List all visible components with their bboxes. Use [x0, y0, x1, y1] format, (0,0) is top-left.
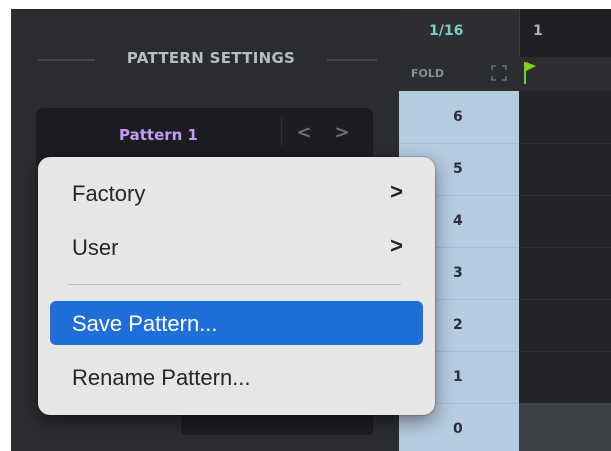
- title-divider-right: [327, 59, 377, 61]
- step-cell[interactable]: [519, 247, 611, 300]
- menu-item-user[interactable]: User >: [50, 225, 423, 269]
- flag-icon[interactable]: [523, 61, 537, 85]
- step-cell[interactable]: [519, 351, 611, 404]
- chevron-right-icon: >: [390, 179, 403, 204]
- step-cell[interactable]: [519, 91, 611, 144]
- expand-icon[interactable]: [490, 64, 508, 82]
- step-cell[interactable]: [519, 195, 611, 248]
- menu-item-label: User: [72, 235, 119, 260]
- key-label: 5: [453, 161, 463, 177]
- key-label: 4: [453, 213, 463, 229]
- panel-title: PATTERN SETTINGS: [126, 49, 296, 67]
- bar-number: 1: [533, 23, 543, 39]
- menu-item-factory[interactable]: Factory >: [50, 171, 423, 215]
- key-label: 3: [453, 265, 463, 281]
- chevron-right-icon: >: [390, 233, 403, 258]
- key-label: 6: [453, 109, 463, 125]
- step-resolution-button[interactable]: 1/16: [399, 9, 520, 57]
- chevron-left-icon[interactable]: <: [293, 122, 315, 144]
- title-divider-left: [38, 59, 95, 61]
- pattern-context-menu: Factory > User > Save Pattern... Rename …: [38, 157, 435, 415]
- fold-button[interactable]: FOLD: [411, 67, 444, 80]
- fold-row: FOLD: [399, 57, 611, 91]
- menu-item-label: Save Pattern...: [72, 311, 218, 336]
- step-resolution-label: 1/16: [429, 23, 464, 39]
- panel-control[interactable]: [181, 413, 373, 435]
- menu-separator: [68, 284, 401, 285]
- menu-item-save-pattern[interactable]: Save Pattern...: [50, 301, 423, 345]
- step-cell[interactable]: [519, 299, 611, 352]
- chevron-right-icon[interactable]: >: [331, 122, 353, 144]
- menu-item-label: Rename Pattern...: [72, 365, 251, 390]
- key-label: 2: [453, 317, 463, 333]
- key-label: 1: [453, 369, 463, 385]
- menu-item-label: Factory: [72, 181, 146, 206]
- key-label: 0: [453, 421, 463, 437]
- step-cells: [519, 91, 611, 451]
- nav-separator: [281, 116, 282, 146]
- menu-item-rename-pattern[interactable]: Rename Pattern...: [50, 355, 423, 399]
- key-row[interactable]: 6: [399, 91, 519, 144]
- pattern-name[interactable]: Pattern 1: [36, 126, 281, 144]
- step-cell[interactable]: [519, 403, 611, 451]
- panel-header: PATTERN SETTINGS: [11, 45, 399, 75]
- step-cell[interactable]: [519, 143, 611, 196]
